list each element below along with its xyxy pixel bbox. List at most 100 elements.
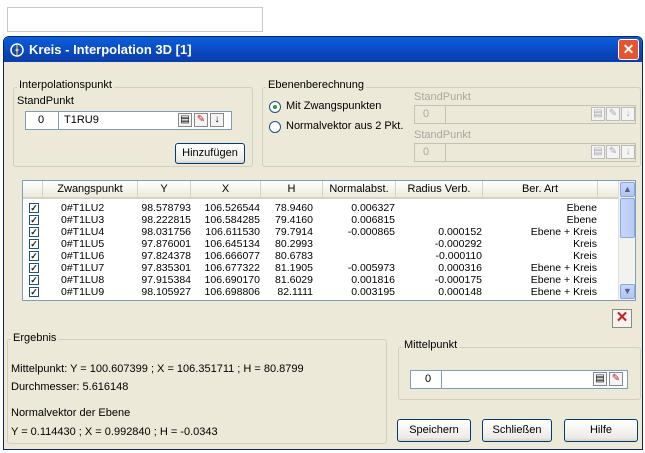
mittelpunkt-legend: Mittelpunkt <box>402 339 460 351</box>
mittelpunkt-value: Mittelpunkt: Y = 100.607399 ; X = 106.35… <box>11 363 304 375</box>
scroll-down-icon[interactable]: ▼ <box>620 284 635 299</box>
down-arrow-icon[interactable]: ↓ <box>210 113 224 127</box>
standpunkt1-field[interactable]: 0 ▤ ✎ ↓ <box>414 105 636 124</box>
standpunkt-label: StandPunkt <box>17 95 74 107</box>
top-input-field[interactable] <box>7 7 263 32</box>
mittelpunkt-field[interactable]: 0 ▤ ✎ <box>410 370 628 389</box>
row-checkbox[interactable]: ✓ <box>29 227 39 237</box>
cell-norm: -0.005973 <box>347 262 395 274</box>
save-button[interactable]: Speichern <box>397 419 471 442</box>
standpunkt-field[interactable]: 0 T1RU9 ▤ ✎ ↓ <box>25 111 232 130</box>
row-checkbox[interactable]: ✓ <box>29 203 39 213</box>
pick-icon[interactable]: ✎ <box>609 372 623 386</box>
cell-radius: 0.000148 <box>438 286 482 298</box>
cell-art: Kreis <box>573 250 597 262</box>
pick-icon[interactable]: ✎ <box>606 145 620 159</box>
add-button[interactable]: Hinzufügen <box>175 143 245 164</box>
cell-y: 97.876001 <box>141 238 191 250</box>
scroll-thumb[interactable] <box>620 198 635 238</box>
cell-x: 106.698806 <box>204 286 260 298</box>
cell-art: Ebene + Kreis <box>530 226 597 238</box>
row-checkbox[interactable]: ✓ <box>29 275 39 285</box>
cell-art: Ebene + Kreis <box>530 274 597 286</box>
row-checkbox[interactable]: ✓ <box>29 263 39 273</box>
cell-radius <box>396 202 482 214</box>
table-row[interactable]: ✓ 0#T1LU2 98.578793 106.526544 78.9460 0.0063… <box>23 202 619 214</box>
cell-h: 79.4160 <box>275 214 313 226</box>
pick-icon[interactable]: ✎ <box>194 113 208 127</box>
field-divider <box>58 112 59 129</box>
window-title: Kreis - Interpolation 3D [1] <box>29 42 192 57</box>
cell-y: 98.222815 <box>141 214 191 226</box>
header-h[interactable]: H <box>261 181 323 199</box>
header-ber-art[interactable]: Ber. Art <box>483 181 598 199</box>
row-checkbox[interactable]: ✓ <box>29 215 39 225</box>
table-row[interactable]: ✓ 0#T1LU9 98.105927 106.698806 82.1111 0.0031… <box>23 286 619 298</box>
table-header: Zwangspunkt Y X H Normalabst. Radius Ver… <box>23 181 619 199</box>
pick-icon[interactable]: ✎ <box>606 107 620 121</box>
ebenenberechnung-legend: Ebenenberechnung <box>266 79 367 91</box>
down-arrow-icon[interactable]: ↓ <box>621 145 635 159</box>
radio-normalvektor[interactable] <box>269 121 281 133</box>
cell-norm: 0.003195 <box>351 286 395 298</box>
table-row[interactable]: ✓ 0#T1LU4 98.031756 106.611530 79.7914 -0.000… <box>23 226 619 238</box>
zwangspunkte-table[interactable]: Zwangspunkt Y X H Normalabst. Radius Ver… <box>22 180 636 301</box>
cell-norm: 0.006327 <box>351 202 395 214</box>
cell-h: 82.1111 <box>277 286 313 298</box>
durchmesser-value: Durchmesser: 5.616148 <box>11 381 129 393</box>
cell-h: 78.9460 <box>275 202 313 214</box>
header-normalabst[interactable]: Normalabst. <box>323 181 396 199</box>
cell-name: 0#T1LU9 <box>61 286 105 298</box>
cell-art: Kreis <box>573 238 597 250</box>
help-button[interactable]: Hilfe <box>564 419 638 442</box>
notebook-icon[interactable]: ▤ <box>178 113 192 127</box>
header-zwangspunkt[interactable]: Zwangspunkt <box>43 181 138 199</box>
header-y[interactable]: Y <box>138 181 191 199</box>
row-checkbox[interactable]: ✓ <box>29 251 39 261</box>
table-row[interactable]: ✓ 0#T1LU5 97.876001 106.645134 80.2993 -0.000… <box>23 238 619 250</box>
notebook-icon[interactable]: ▤ <box>593 372 607 386</box>
table-row[interactable]: ✓ 0#T1LU6 97.824378 106.666077 80.6783 -0.000… <box>23 250 619 262</box>
cell-y: 98.105927 <box>141 286 191 298</box>
notebook-icon[interactable]: ▤ <box>591 107 605 121</box>
table-row[interactable]: ✓ 0#T1LU7 97.835301 106.677322 81.1905 -0.005… <box>23 262 619 274</box>
field-divider <box>445 106 446 123</box>
standpunkt1-label: StandPunkt <box>414 91 471 103</box>
scroll-up-icon[interactable]: ▲ <box>620 182 635 197</box>
standpunkt-number: 0 <box>38 114 45 126</box>
cell-radius: 0.000152 <box>438 226 482 238</box>
cell-x: 106.645134 <box>204 238 260 250</box>
cell-y: 98.578793 <box>141 202 191 214</box>
cell-y: 98.031756 <box>141 226 191 238</box>
cell-y: 97.835301 <box>141 262 191 274</box>
cell-h: 81.6029 <box>275 274 313 286</box>
standpunkt2-field[interactable]: 0 ▤ ✎ ↓ <box>414 143 636 162</box>
cell-x: 106.677322 <box>204 262 260 274</box>
cell-art: Ebene <box>566 214 597 226</box>
cell-art: Ebene + Kreis <box>530 286 597 298</box>
vertical-scrollbar[interactable]: ▲ ▼ <box>618 181 635 300</box>
header-radius-verb[interactable]: Radius Verb. <box>396 181 483 199</box>
down-arrow-icon[interactable]: ↓ <box>621 107 635 121</box>
cell-norm: 0.006815 <box>351 214 395 226</box>
normalvektor-value: Y = 0.114430 ; X = 0.992840 ; H = -0.034… <box>11 426 218 438</box>
cell-x: 106.526544 <box>204 202 260 214</box>
header-x[interactable]: X <box>191 181 261 199</box>
notebook-icon[interactable]: ▤ <box>591 145 605 159</box>
radio-mit-zwangspunkten[interactable] <box>269 101 281 113</box>
title-bar: Kreis - Interpolation 3D [1] ✕ <box>4 37 642 62</box>
delete-icon[interactable]: ✕ <box>612 309 632 328</box>
table-row[interactable]: ✓ 0#T1LU3 98.222815 106.584285 79.4160 0.0068… <box>23 214 619 226</box>
close-button[interactable]: Schließen <box>482 419 552 442</box>
row-checkbox[interactable]: ✓ <box>29 239 39 249</box>
table-row[interactable]: ✓ 0#T1LU8 97.915384 106.690170 81.6029 0.0018… <box>23 274 619 286</box>
close-icon[interactable]: ✕ <box>618 39 639 60</box>
normalvektor-label: Normalvektor der Ebene <box>11 407 131 419</box>
cell-h: 81.1905 <box>275 262 313 274</box>
field-divider <box>441 371 442 388</box>
row-checkbox[interactable]: ✓ <box>29 287 39 297</box>
cell-x: 106.666077 <box>204 250 260 262</box>
cell-norm: 0.001816 <box>351 274 395 286</box>
cell-art: Ebene + Kreis <box>530 262 597 274</box>
mittelpunkt-number: 0 <box>425 373 432 385</box>
